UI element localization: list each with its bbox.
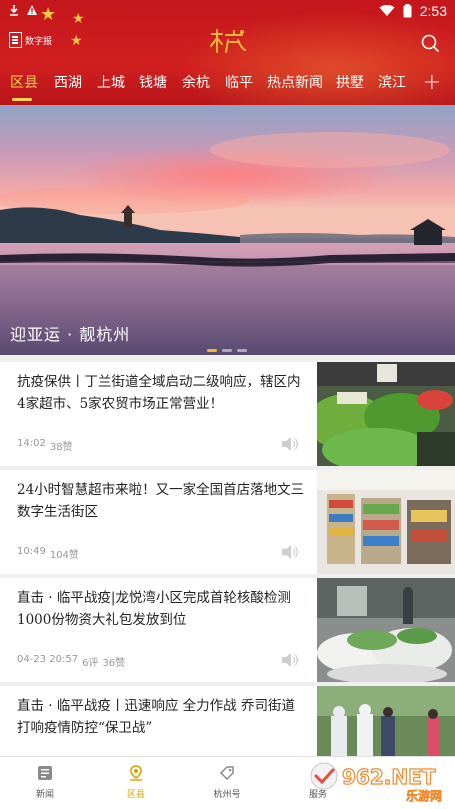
news-title: 直击 · 临平战疫|龙悦湾小区完成首轮核酸检测1000份物资大礼包发放到位: [17, 590, 291, 628]
site-watermark: 962.NET 乐游网: [310, 762, 442, 803]
news-comments: 6评: [82, 658, 99, 669]
tab-xihu[interactable]: 西湖: [54, 72, 82, 92]
news-likes: 38赞: [49, 442, 73, 453]
bottom-nav-news[interactable]: 新闻: [15, 765, 75, 800]
clock-text: 2:53: [419, 3, 447, 19]
tab-binjiang[interactable]: 滨江: [378, 72, 406, 92]
carousel-dot[interactable]: [237, 349, 247, 352]
news-title: 直击 · 临平战疫丨迅速响应 全力作战 乔司街道打响疫情防控“保卫战”: [17, 698, 295, 736]
watermark-sub: 乐游网: [406, 788, 442, 803]
news-title: 抗疫保供丨丁兰街道全域启动二级响应，辖区内4家超市、5家农贸市场正常营业！: [17, 374, 301, 412]
hero-banner[interactable]: 迎亚运 · 靓杭州: [0, 105, 455, 355]
news-likes: 36赞: [102, 658, 126, 669]
tab-linping[interactable]: 临平: [225, 72, 253, 92]
warning-icon: [27, 5, 37, 15]
speaker-icon[interactable]: [281, 544, 299, 560]
channel-tabs: 区县 西湖 上城 钱塘 余杭 临平 热点新闻 拱墅 滨江 +: [0, 68, 455, 104]
news-meta: 04-23 20:57 6评 36赞: [17, 654, 125, 669]
carousel-dot[interactable]: [207, 349, 217, 352]
wifi-icon: [379, 5, 395, 16]
speaker-icon[interactable]: [281, 652, 299, 668]
news-icon: [38, 766, 52, 780]
tab-qiantang[interactable]: 钱塘: [139, 72, 167, 92]
carousel-indicator: [207, 349, 247, 352]
news-time: 04-23 20:57: [17, 654, 79, 665]
app-logo: [210, 29, 246, 53]
tab-yuhang[interactable]: 余杭: [182, 72, 210, 92]
news-item[interactable]: 直击 · 临平战疫|龙悦湾小区完成首轮核酸检测1000份物资大礼包发放到位 04…: [0, 578, 455, 682]
hero-image: [0, 105, 455, 355]
speaker-icon[interactable]: [281, 436, 299, 452]
news-thumbnail: [317, 470, 455, 574]
news-title: 24小时智慧超市来啦！又一家全国首店落地文三数字生活街区: [17, 482, 305, 520]
news-meta: 10:49 104赞: [17, 546, 79, 561]
bottom-nav-label: 新闻: [35, 790, 54, 800]
tab-quxian[interactable]: 区县: [10, 72, 38, 92]
news-time: 14:02: [17, 438, 46, 449]
newspaper-icon: [9, 32, 22, 48]
top-bar: 数字报: [0, 28, 455, 60]
bottom-nav-label: 杭州号: [213, 790, 241, 800]
location-icon: [130, 765, 142, 781]
tab-hot-news[interactable]: 热点新闻: [267, 72, 323, 92]
news-item[interactable]: 抗疫保供丨丁兰街道全域启动二级响应，辖区内4家超市、5家农贸市场正常营业！ 14…: [0, 362, 455, 466]
search-icon[interactable]: [421, 34, 439, 52]
status-bar: 2:53: [0, 0, 455, 24]
add-channel-button[interactable]: +: [423, 70, 441, 95]
bottom-nav-hangzhou-hao[interactable]: 杭州号: [197, 765, 257, 800]
news-thumbnail: [317, 578, 455, 682]
tab-gongshu[interactable]: 拱墅: [336, 72, 364, 92]
digital-paper-label: 数字报: [25, 36, 53, 47]
hero-caption: 迎亚运 · 靓杭州: [10, 325, 131, 344]
digital-paper-button[interactable]: 数字报: [9, 32, 52, 48]
app-header: ★ ★ ★ 2:53 数字报 区县 西湖 上城 钱塘 余杭 临平 热点新闻 拱墅…: [0, 0, 455, 105]
news-thumbnail: [317, 362, 455, 466]
news-meta: 14:02 38赞: [17, 438, 73, 453]
active-tab-indicator: [12, 98, 32, 101]
watermark-brand: 962.NET: [342, 765, 436, 789]
bottom-nav-districts[interactable]: 区县: [106, 765, 166, 800]
news-likes: 104赞: [49, 550, 79, 561]
tag-icon: [219, 766, 234, 781]
news-item[interactable]: 24小时智慧超市来啦！又一家全国首店落地文三数字生活街区 10:49 104赞: [0, 470, 455, 574]
download-icon: [10, 5, 18, 16]
battery-icon: [403, 4, 412, 18]
carousel-dot[interactable]: [222, 349, 232, 352]
news-time: 10:49: [17, 546, 46, 557]
tab-shangcheng[interactable]: 上城: [97, 72, 125, 92]
bottom-nav-label: 区县: [126, 790, 145, 800]
